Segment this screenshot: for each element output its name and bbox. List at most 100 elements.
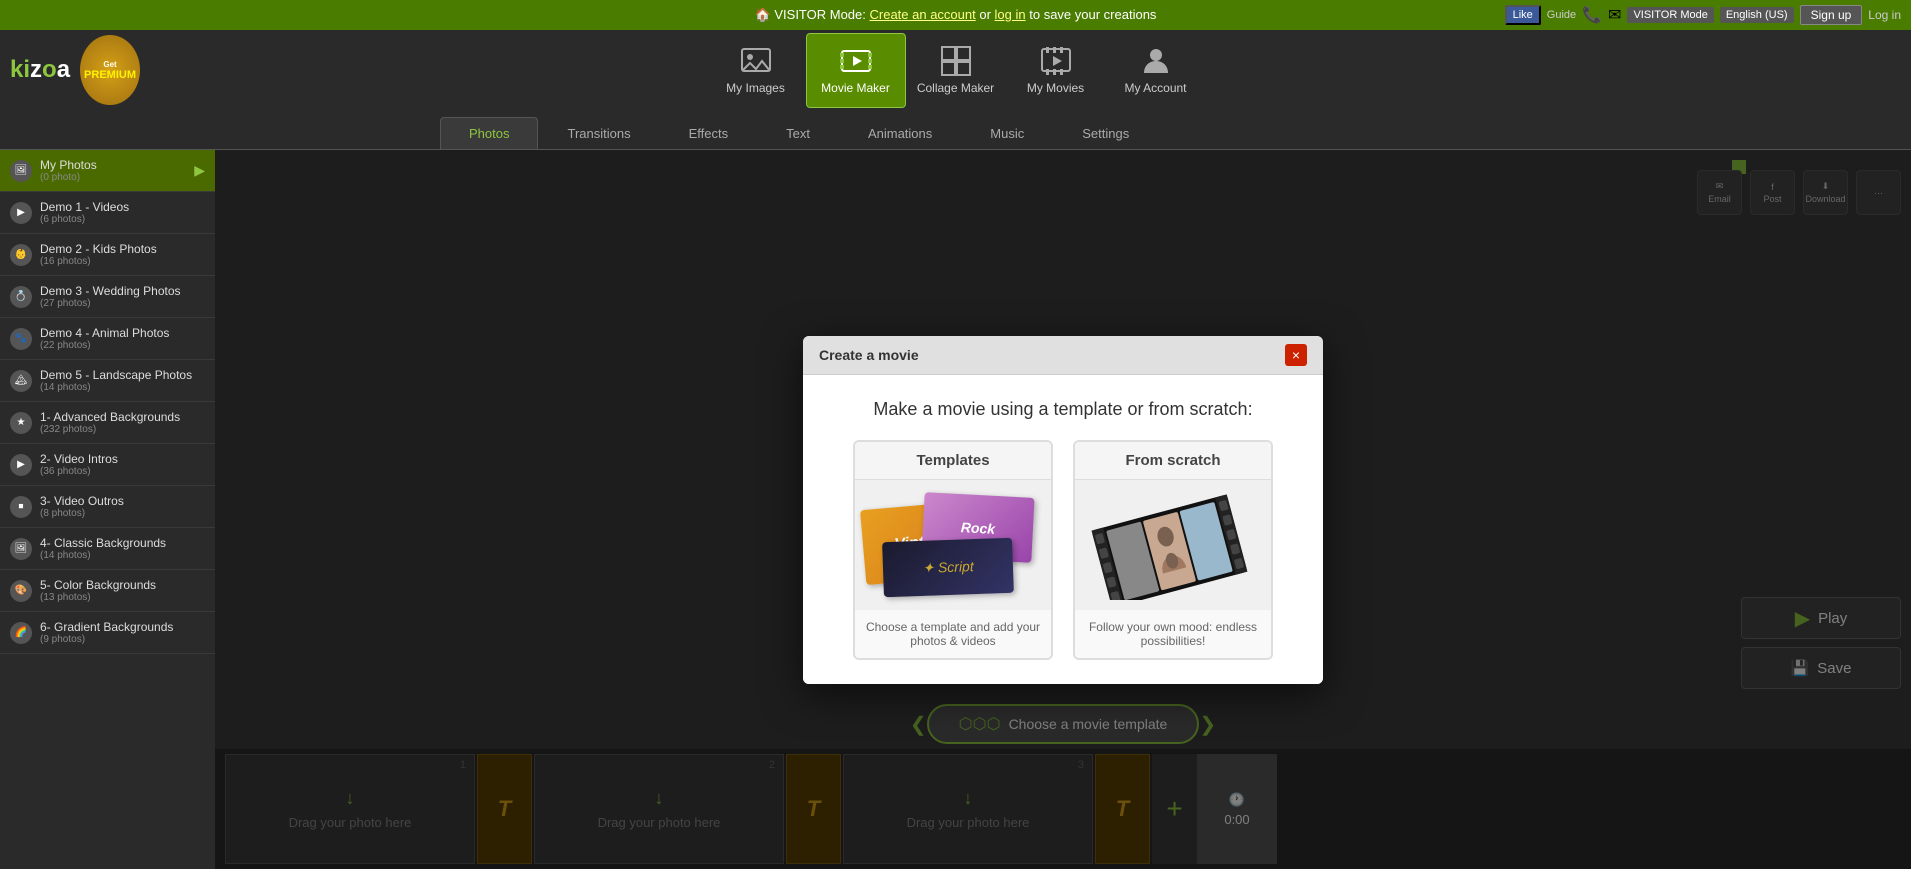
gradient-bg-icon: 🌈 xyxy=(10,622,32,644)
from-scratch-option-image xyxy=(1075,480,1271,610)
demo4-count: (22 photos) xyxy=(40,340,205,351)
demo5-count: (14 photos) xyxy=(40,382,205,393)
header: kizoa Get PREMIUM My Images Movie Maker … xyxy=(0,30,1911,110)
main-layout: 🖼 My Photos (0 photo) ▶ ▶ Demo 1 - Video… xyxy=(0,150,1911,869)
classic-bg-icon: 🖼 xyxy=(10,538,32,560)
sidebar-item-demo3[interactable]: 💍 Demo 3 - Wedding Photos (27 photos) xyxy=(0,276,215,318)
modal-overlay: Create a movie × Make a movie using a te… xyxy=(215,150,1911,869)
gradient-bg-name: 6- Gradient Backgrounds xyxy=(40,620,205,634)
card-script: ✦ Script xyxy=(882,537,1014,597)
from-scratch-option-title: From scratch xyxy=(1075,442,1271,480)
language-selector[interactable]: English (US) xyxy=(1720,7,1794,23)
my-photos-icon: 🖼 xyxy=(10,160,32,182)
nav-collage-maker-label: Collage Maker xyxy=(917,81,994,95)
demo2-icon: 👶 xyxy=(10,244,32,266)
demo5-icon: 🏔 xyxy=(10,370,32,392)
sidebar-item-video-intros[interactable]: ▶ 2- Video Intros (36 photos) xyxy=(0,444,215,486)
video-intros-icon: ▶ xyxy=(10,454,32,476)
visitor-mode-badge[interactable]: VISITOR Mode xyxy=(1627,7,1713,23)
home-icon[interactable]: 🏠 xyxy=(755,7,771,22)
logo[interactable]: kizoa xyxy=(10,56,70,84)
demo1-count: (6 photos) xyxy=(40,214,205,225)
sidebar-item-my-photos[interactable]: 🖼 My Photos (0 photo) ▶ xyxy=(0,150,215,192)
signup-button[interactable]: Sign up xyxy=(1800,5,1863,25)
demo3-icon: 💍 xyxy=(10,286,32,308)
tab-bar: Photos Transitions Effects Text Animatio… xyxy=(0,110,1911,150)
from-scratch-option-desc: Follow your own mood: endless possibilit… xyxy=(1075,610,1271,658)
visitor-mode-text: 🏠 VISITOR Mode: Create an account or log… xyxy=(755,7,1157,23)
tab-animations[interactable]: Animations xyxy=(839,117,961,149)
tab-text[interactable]: Text xyxy=(757,117,839,149)
advanced-bg-name: 1- Advanced Backgrounds xyxy=(40,410,205,424)
nav-my-account-label: My Account xyxy=(1124,81,1186,95)
tab-effects[interactable]: Effects xyxy=(660,117,758,149)
sidebar-item-advanced-bg[interactable]: ★ 1- Advanced Backgrounds (232 photos) xyxy=(0,402,215,444)
demo2-count: (16 photos) xyxy=(40,256,205,267)
nav-collage-maker[interactable]: Collage Maker xyxy=(906,33,1006,108)
modal-header: Create a movie × xyxy=(803,336,1323,375)
demo5-name: Demo 5 - Landscape Photos xyxy=(40,368,205,382)
template-cards-graphic: Vintage Rock ✦ Script xyxy=(863,495,1043,595)
sidebar-item-demo4[interactable]: 🐾 Demo 4 - Animal Photos (22 photos) xyxy=(0,318,215,360)
from-scratch-option[interactable]: From scratch xyxy=(1073,440,1273,660)
classic-bg-count: (14 photos) xyxy=(40,550,205,561)
film-strip-svg xyxy=(1088,490,1258,600)
guide-button[interactable]: Guide xyxy=(1547,9,1576,21)
modal-subtitle: Make a movie using a template or from sc… xyxy=(827,399,1299,420)
nav-my-images-label: My Images xyxy=(726,81,785,95)
video-intros-name: 2- Video Intros xyxy=(40,452,205,466)
demo4-icon: 🐾 xyxy=(10,328,32,350)
templates-option-desc: Choose a template and add your photos & … xyxy=(855,610,1051,658)
tab-settings[interactable]: Settings xyxy=(1053,117,1158,149)
my-photos-count: (0 photo) xyxy=(40,172,186,183)
classic-bg-name: 4- Classic Backgrounds xyxy=(40,536,205,550)
sidebar: 🖼 My Photos (0 photo) ▶ ▶ Demo 1 - Video… xyxy=(0,150,215,869)
modal-close-button[interactable]: × xyxy=(1285,344,1307,366)
tab-music[interactable]: Music xyxy=(961,117,1053,149)
templates-option[interactable]: Templates Vintage Rock ✦ Script Choose a… xyxy=(853,440,1053,660)
nav-my-images[interactable]: My Images xyxy=(706,33,806,108)
demo3-name: Demo 3 - Wedding Photos xyxy=(40,284,205,298)
top-bar: 🏠 VISITOR Mode: Create an account or log… xyxy=(0,0,1911,30)
top-bar-right: Like Guide 📞 ✉ VISITOR Mode English (US)… xyxy=(1505,5,1901,25)
sidebar-item-demo1[interactable]: ▶ Demo 1 - Videos (6 photos) xyxy=(0,192,215,234)
video-outros-name: 3- Video Outros xyxy=(40,494,205,508)
content-area: ✉ Email f Post ⬇ Download ··· ▶ Play 💾 xyxy=(215,150,1911,869)
modal-options: Templates Vintage Rock ✦ Script Choose a… xyxy=(827,440,1299,660)
demo1-icon: ▶ xyxy=(10,202,32,224)
color-bg-name: 5- Color Backgrounds xyxy=(40,578,205,592)
create-account-link[interactable]: Create an account xyxy=(870,7,976,22)
sidebar-item-video-outros[interactable]: ⏹ 3- Video Outros (8 photos) xyxy=(0,486,215,528)
facebook-like-button[interactable]: Like xyxy=(1505,5,1541,25)
nav-movie-maker-label: Movie Maker xyxy=(821,81,890,95)
nav-my-account[interactable]: My Account xyxy=(1106,33,1206,108)
nav-movie-maker[interactable]: Movie Maker xyxy=(806,33,906,108)
sidebar-item-classic-bg[interactable]: 🖼 4- Classic Backgrounds (14 photos) xyxy=(0,528,215,570)
video-intros-count: (36 photos) xyxy=(40,466,205,477)
nav-my-movies[interactable]: My Movies xyxy=(1006,33,1106,108)
templates-option-title: Templates xyxy=(855,442,1051,480)
my-photos-name: My Photos xyxy=(40,158,186,172)
login-button[interactable]: Log in xyxy=(1868,8,1901,22)
login-link[interactable]: log in xyxy=(995,7,1026,22)
modal-title: Create a movie xyxy=(819,347,919,363)
premium-badge[interactable]: Get PREMIUM xyxy=(80,35,140,105)
gradient-bg-count: (9 photos) xyxy=(40,634,205,645)
sidebar-item-color-bg[interactable]: 🎨 5- Color Backgrounds (13 photos) xyxy=(0,570,215,612)
sidebar-item-demo2[interactable]: 👶 Demo 2 - Kids Photos (16 photos) xyxy=(0,234,215,276)
phone-icon: 📞 xyxy=(1582,5,1602,25)
demo1-name: Demo 1 - Videos xyxy=(40,200,205,214)
advanced-bg-icon: ★ xyxy=(10,412,32,434)
modal-body: Make a movie using a template or from sc… xyxy=(803,375,1323,684)
demo2-name: Demo 2 - Kids Photos xyxy=(40,242,205,256)
sidebar-item-gradient-bg[interactable]: 🌈 6- Gradient Backgrounds (9 photos) xyxy=(0,612,215,654)
tab-transitions[interactable]: Transitions xyxy=(538,117,659,149)
sidebar-item-demo5[interactable]: 🏔 Demo 5 - Landscape Photos (14 photos) xyxy=(0,360,215,402)
my-photos-arrow: ▶ xyxy=(194,162,205,179)
email-icon: ✉ xyxy=(1608,5,1621,25)
main-nav: My Images Movie Maker Collage Maker My M… xyxy=(706,33,1206,108)
advanced-bg-count: (232 photos) xyxy=(40,424,205,435)
templates-option-image: Vintage Rock ✦ Script xyxy=(855,480,1051,610)
create-movie-modal: Create a movie × Make a movie using a te… xyxy=(803,336,1323,684)
tab-photos[interactable]: Photos xyxy=(440,117,538,149)
